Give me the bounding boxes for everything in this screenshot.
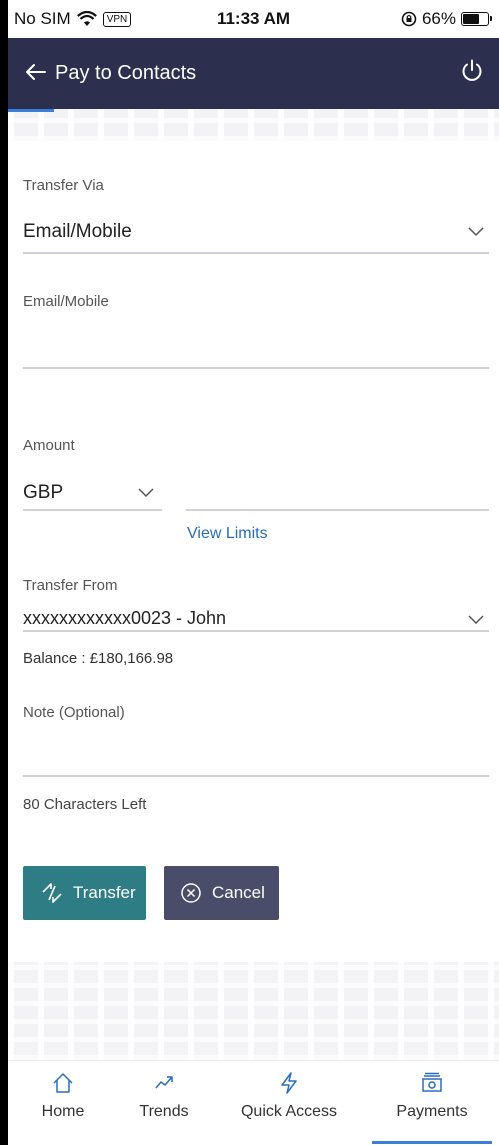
chevron-down-icon[interactable] xyxy=(468,227,484,237)
battery-percent: 66% xyxy=(421,9,456,28)
tab-trends[interactable]: Trends xyxy=(109,1071,219,1121)
cancel-button[interactable]: Cancel xyxy=(164,866,279,920)
transfer-button-label: Transfer xyxy=(73,883,136,902)
note-label: Note (Optional) xyxy=(23,704,125,721)
tab-payments[interactable]: Payments xyxy=(377,1071,487,1121)
trends-icon xyxy=(155,1076,173,1089)
view-limits-link[interactable]: View Limits xyxy=(187,525,268,543)
currency-underline xyxy=(23,509,162,511)
note-underline xyxy=(23,775,489,777)
tab-quick-access[interactable]: Quick Access xyxy=(234,1071,344,1121)
transfer-icon xyxy=(42,883,62,903)
cancel-button-label: Cancel xyxy=(212,883,265,902)
back-arrow-icon[interactable] xyxy=(24,60,48,84)
decorative-pattern-top xyxy=(8,109,499,141)
amount-input[interactable] xyxy=(186,478,489,508)
note-input[interactable] xyxy=(23,740,489,770)
bottom-tab-bar: Home Trends Quick Access Payments xyxy=(8,1060,499,1145)
status-right: 66% xyxy=(401,9,492,29)
page-title: Pay to Contacts xyxy=(55,62,197,84)
amount-label: Amount xyxy=(23,437,75,454)
balance-text: Balance : £180,166.98 xyxy=(23,650,174,667)
close-circle-icon xyxy=(181,883,201,903)
orientation-lock-icon xyxy=(401,11,417,27)
chevron-down-icon[interactable] xyxy=(138,488,154,498)
transfer-via-label: Transfer Via xyxy=(23,177,104,194)
transfer-from-underline xyxy=(23,630,489,632)
tab-payments-label: Payments xyxy=(396,1103,468,1120)
chevron-down-icon[interactable] xyxy=(468,615,484,625)
battery-fill xyxy=(463,14,479,24)
email-mobile-underline xyxy=(23,367,489,369)
lightning-icon xyxy=(281,1072,297,1094)
email-mobile-input[interactable] xyxy=(23,330,489,360)
amount-underline xyxy=(186,509,489,511)
decorative-pattern-bottom xyxy=(8,962,499,1060)
accent-bar xyxy=(8,109,54,112)
characters-left-text: 80 Characters Left xyxy=(23,796,147,813)
home-icon xyxy=(53,1073,73,1093)
payments-icon xyxy=(422,1072,442,1092)
tab-home[interactable]: Home xyxy=(8,1071,118,1121)
transfer-via-underline xyxy=(23,252,489,254)
app-header: Pay to Contacts xyxy=(8,38,499,109)
power-icon[interactable] xyxy=(459,58,485,84)
transfer-button[interactable]: Transfer xyxy=(23,866,146,920)
status-bar: No SIM VPN 11:33 AM 66% xyxy=(8,0,499,38)
active-tab-indicator xyxy=(372,1141,492,1144)
tab-quick-access-label: Quick Access xyxy=(240,1103,338,1120)
phone-screen: No SIM VPN 11:33 AM 66% Pay to Contacts … xyxy=(8,0,499,1145)
transfer-via-select[interactable]: Email/Mobile xyxy=(23,221,132,243)
transfer-from-label: Transfer From xyxy=(23,577,118,594)
battery-icon xyxy=(461,12,492,26)
transfer-from-select[interactable]: xxxxxxxxxxxx0023 - John xyxy=(23,608,226,629)
tab-home-label: Home xyxy=(41,1103,85,1120)
currency-select[interactable]: GBP xyxy=(23,482,63,504)
email-mobile-label: Email/Mobile xyxy=(23,293,109,310)
tab-trends-label: Trends xyxy=(139,1103,189,1120)
